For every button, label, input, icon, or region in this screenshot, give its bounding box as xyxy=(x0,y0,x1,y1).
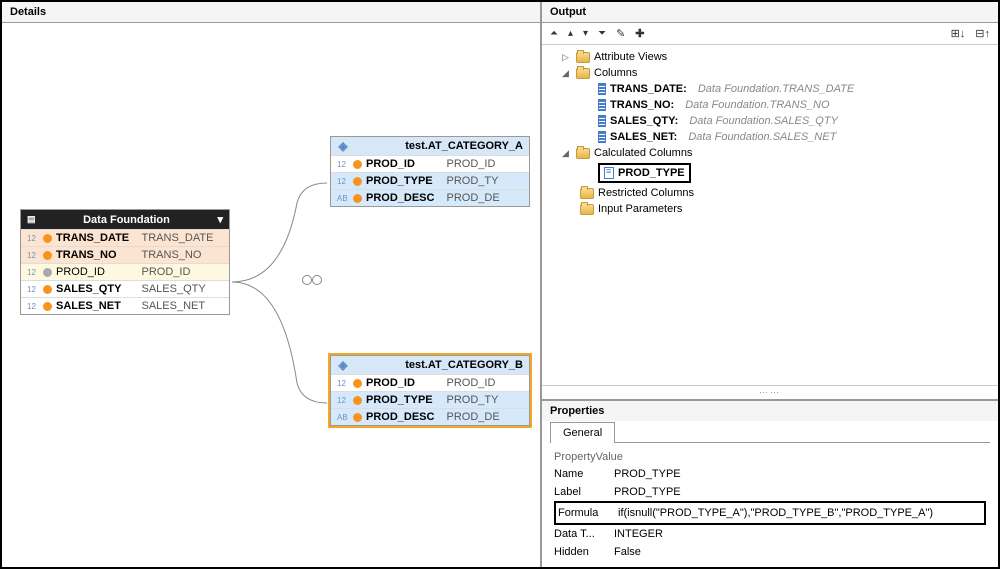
category-b-node[interactable]: ◈ test.AT_CATEGORY_B 12PROD_IDPROD_ID 12… xyxy=(330,355,530,426)
move-down-icon[interactable]: ▾ xyxy=(583,28,588,39)
expand-all-icon[interactable]: ⊞↓ xyxy=(951,27,966,40)
category-a-header[interactable]: ◈ test.AT_CATEGORY_A xyxy=(331,137,529,155)
tree-column-item[interactable]: TRANS_NO: Data Foundation.TRANS_NO xyxy=(550,97,990,113)
prop-row-formula[interactable]: Formulaif(isnull("PROD_TYPE_A"),"PROD_TY… xyxy=(558,504,982,522)
node-row[interactable]: 12TRANS_NOTRANS_NO xyxy=(21,246,229,263)
node-row[interactable]: ABPROD_DESCPROD_DE xyxy=(331,189,529,206)
properties-table: PropertyValue NamePROD_TYPE LabelPROD_TY… xyxy=(542,443,998,567)
tree-input-parameters[interactable]: Input Parameters xyxy=(550,201,990,217)
output-toolbar: ⏶ ▴ ▾ ⏷ ✎ ✚ ⊞↓ ⊟↑ xyxy=(542,23,998,45)
column-icon xyxy=(598,115,606,127)
tree-column-item[interactable]: SALES_QTY: Data Foundation.SALES_QTY xyxy=(550,113,990,129)
details-panel: Details ▤ Data Foundation ▾ 12TRANS_DATE… xyxy=(2,2,542,567)
data-foundation-node[interactable]: ▤ Data Foundation ▾ 12TRANS_DATETRANS_DA… xyxy=(20,209,230,315)
collapse-icon[interactable]: ◢ xyxy=(562,68,572,79)
node-row[interactable]: 12PROD_TYPEPROD_TY xyxy=(331,172,529,189)
output-title: Output xyxy=(542,2,998,23)
move-top-icon[interactable]: ⏶ xyxy=(550,28,558,39)
db-icon: ▤ xyxy=(27,214,36,225)
node-row[interactable]: 12TRANS_DATETRANS_DATE xyxy=(21,229,229,246)
folder-icon xyxy=(576,68,590,79)
tree-calc-item-prod-type[interactable]: PROD_TYPE xyxy=(550,161,990,185)
node-row[interactable]: 12SALES_QTYSALES_QTY xyxy=(21,280,229,297)
category-b-header[interactable]: ◈ test.AT_CATEGORY_B xyxy=(331,356,529,374)
measure-icon xyxy=(353,160,362,169)
tab-general[interactable]: General xyxy=(550,422,615,443)
node-row[interactable]: 12PROD_TYPEPROD_TY xyxy=(331,391,529,408)
measure-icon xyxy=(353,177,362,186)
prop-row-datatype[interactable]: Data T...INTEGER xyxy=(554,525,986,543)
output-tree[interactable]: ▷Attribute Views ◢Columns TRANS_DATE: Da… xyxy=(542,45,998,385)
tree-restricted-columns[interactable]: Restricted Columns xyxy=(550,185,990,201)
move-up-icon[interactable]: ▴ xyxy=(568,28,573,39)
node-row[interactable]: 12PROD_IDPROD_ID xyxy=(21,263,229,280)
attribute-icon xyxy=(43,268,52,277)
node-row[interactable]: ABPROD_DESCPROD_DE xyxy=(331,408,529,425)
selected-item-highlight: PROD_TYPE xyxy=(598,163,691,183)
prop-row-name[interactable]: NamePROD_TYPE xyxy=(554,465,986,483)
collapse-icon[interactable]: ◢ xyxy=(562,148,572,159)
folder-icon xyxy=(580,204,594,215)
expand-icon[interactable]: ▷ xyxy=(562,52,572,63)
join-point-icon[interactable] xyxy=(312,275,322,285)
join-point-icon[interactable] xyxy=(302,275,312,285)
properties-header: PropertyValue xyxy=(554,449,986,465)
calc-column-icon xyxy=(604,167,614,179)
measure-icon xyxy=(43,251,52,260)
right-panel: Output ⏶ ▴ ▾ ⏷ ✎ ✚ ⊞↓ ⊟↑ ▷Attribute View… xyxy=(542,2,998,567)
tree-attribute-views[interactable]: ▷Attribute Views xyxy=(550,49,990,65)
cube-icon: ◈ xyxy=(337,140,349,152)
prop-row-label[interactable]: LabelPROD_TYPE xyxy=(554,483,986,501)
node-row[interactable]: 12PROD_IDPROD_ID xyxy=(331,374,529,391)
properties-panel: Properties General PropertyValue NamePRO… xyxy=(542,399,998,567)
edit-icon[interactable]: ✎ xyxy=(616,27,625,40)
tree-calculated-columns[interactable]: ◢Calculated Columns xyxy=(550,145,990,161)
dropdown-icon[interactable]: ▾ xyxy=(217,213,223,226)
properties-title: Properties xyxy=(542,401,998,421)
details-title: Details xyxy=(2,2,540,23)
column-icon xyxy=(598,83,606,95)
tree-columns[interactable]: ◢Columns xyxy=(550,65,990,81)
properties-tabs: General xyxy=(550,421,990,443)
column-icon xyxy=(598,131,606,143)
tree-column-item[interactable]: TRANS_DATE: Data Foundation.TRANS_DATE xyxy=(550,81,990,97)
measure-icon xyxy=(43,234,52,243)
node-row[interactable]: 12SALES_NETSALES_NET xyxy=(21,297,229,314)
folder-icon xyxy=(580,188,594,199)
diagram-canvas[interactable]: ▤ Data Foundation ▾ 12TRANS_DATETRANS_DA… xyxy=(2,23,540,567)
move-bottom-icon[interactable]: ⏷ xyxy=(598,28,606,39)
node-row[interactable]: 12PROD_IDPROD_ID xyxy=(331,155,529,172)
measure-icon xyxy=(353,379,362,388)
formula-highlight: Formulaif(isnull("PROD_TYPE_A"),"PROD_TY… xyxy=(554,501,986,525)
cube-icon: ◈ xyxy=(337,359,349,371)
measure-icon xyxy=(353,396,362,405)
collapse-all-icon[interactable]: ⊟↑ xyxy=(975,27,990,40)
column-icon xyxy=(598,99,606,111)
measure-icon xyxy=(43,285,52,294)
category-a-node[interactable]: ◈ test.AT_CATEGORY_A 12PROD_IDPROD_ID 12… xyxy=(330,136,530,207)
measure-icon xyxy=(353,194,362,203)
tree-column-item[interactable]: SALES_NET: Data Foundation.SALES_NET xyxy=(550,129,990,145)
folder-icon xyxy=(576,148,590,159)
measure-icon xyxy=(43,302,52,311)
panel-resizer[interactable]: ⋯⋯ xyxy=(542,385,998,399)
prop-row-hidden[interactable]: HiddenFalse xyxy=(554,543,986,561)
folder-icon xyxy=(576,52,590,63)
add-icon[interactable]: ✚ xyxy=(635,27,644,40)
measure-icon xyxy=(353,413,362,422)
data-foundation-header[interactable]: ▤ Data Foundation ▾ xyxy=(21,210,229,229)
